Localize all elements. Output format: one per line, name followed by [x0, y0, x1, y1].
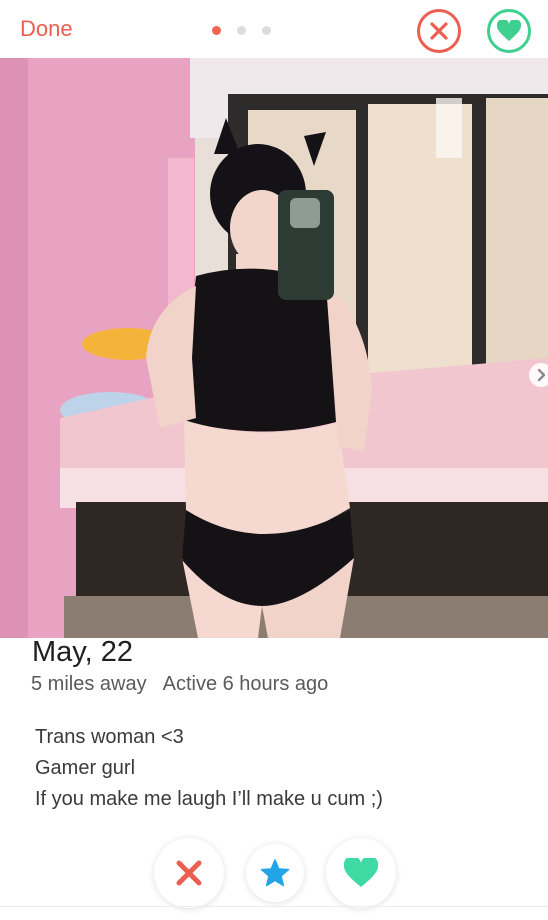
profile-name-age: May, 22: [32, 636, 134, 668]
bio-line: Gamer gurl: [35, 757, 136, 779]
nope-top-button[interactable]: [417, 9, 461, 53]
bio-line: Trans woman <3: [35, 726, 184, 748]
distance-label: 5 miles away: [31, 673, 147, 695]
top-bar: Done: [0, 0, 548, 58]
heart-circle-icon: [497, 20, 521, 41]
profile-meta: 5 miles away Active 6 hours ago: [31, 673, 328, 696]
like-button[interactable]: [326, 838, 396, 908]
profile-bio: Trans woman <3 Gamer gurl If you make me…: [35, 722, 383, 815]
heart-icon: [344, 858, 378, 887]
photo-dot-2[interactable]: [237, 26, 246, 35]
done-button[interactable]: Done: [20, 16, 73, 42]
photo-scene: [0, 58, 548, 638]
photo-pagination: [212, 26, 271, 35]
x-icon: [176, 860, 202, 886]
star-icon: [260, 859, 290, 887]
photo-dot-3[interactable]: [262, 26, 271, 35]
bottom-divider: [0, 906, 548, 907]
nope-button[interactable]: [154, 838, 224, 908]
activity-label: Active 6 hours ago: [162, 673, 329, 695]
super-like-button[interactable]: [246, 844, 304, 902]
profile-photo[interactable]: [0, 58, 548, 638]
chevron-right-icon[interactable]: [528, 362, 548, 388]
bio-line: If you make me laugh I’ll make u cum ;): [35, 788, 383, 810]
like-top-button[interactable]: [487, 9, 531, 53]
photo-dot-1[interactable]: [212, 26, 221, 35]
close-circle-icon: [430, 22, 448, 40]
